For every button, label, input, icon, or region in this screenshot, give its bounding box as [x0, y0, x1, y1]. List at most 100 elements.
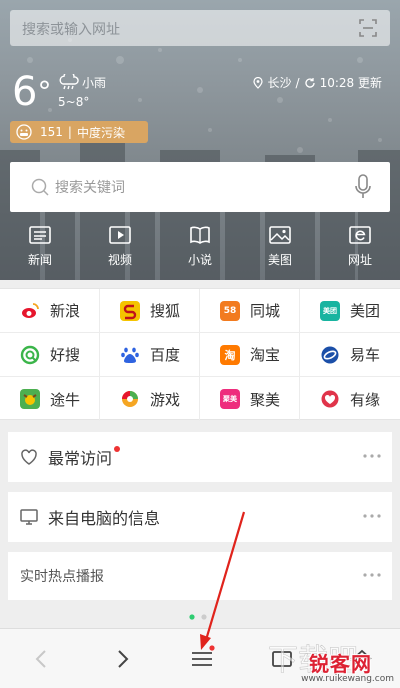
quick-link-label: 网址 — [347, 253, 372, 267]
58-icon: 58 — [220, 300, 240, 321]
watermark-title: 锐客网 — [309, 652, 372, 676]
url-search-bar[interactable]: 搜索或输入网址 — [10, 10, 390, 46]
monitor-icon — [20, 509, 38, 525]
site-haosou[interactable]: 好搜 — [0, 333, 100, 376]
site-58[interactable]: 58 同城 — [200, 289, 300, 332]
site-tuniu[interactable]: 途牛 — [0, 377, 100, 421]
baidu-icon — [120, 344, 140, 365]
back-icon[interactable] — [28, 645, 56, 673]
quick-link-label: 小说 — [187, 253, 212, 267]
temperature-value: 6 — [12, 69, 38, 115]
quick-link-news[interactable]: 新闻 — [0, 225, 80, 275]
site-grid: 新浪 搜狐 58 同城 美团 美团 好搜 百度 淘 淘宝 易车 途牛 游戏 聚美… — [0, 288, 400, 421]
air-quality-badge[interactable]: 151 | 中度污染 — [10, 121, 148, 143]
site-label: 好搜 — [50, 346, 81, 364]
site-label: 易车 — [350, 346, 381, 364]
temperature-range: 5~8° — [58, 95, 90, 109]
picture-icon — [269, 226, 291, 244]
aqi-value: 151 — [40, 125, 63, 139]
scan-icon[interactable] — [358, 18, 378, 38]
browser-home: 搜索或输入网址 6° 小雨 5~8° 长沙 / 10:28 更新 151 | 中… — [0, 0, 400, 688]
heart-icon — [21, 449, 37, 465]
book-icon — [190, 226, 210, 244]
site-label: 聚美 — [250, 390, 281, 409]
microphone-icon[interactable] — [354, 174, 372, 200]
site-label: 同城 — [250, 302, 281, 320]
quick-link-video[interactable]: 视频 — [80, 225, 160, 275]
site-label: 淘宝 — [250, 346, 281, 364]
news-icon — [29, 226, 51, 244]
meituan-icon: 美团 — [320, 300, 340, 321]
location-pin-icon — [252, 76, 263, 89]
site-label: 搜狐 — [150, 302, 181, 320]
location-separator: / — [295, 75, 300, 90]
aqi-separator: | — [67, 125, 72, 139]
quick-link-label: 视频 — [107, 253, 132, 267]
city-name: 长沙 — [267, 76, 292, 90]
weather-condition: 小雨 — [82, 76, 107, 90]
site-label: 美团 — [350, 302, 381, 320]
quick-link-label: 美图 — [267, 253, 292, 267]
card-pc-messages[interactable]: 来自电脑的信息 — [8, 492, 392, 542]
site-label: 游戏 — [150, 390, 181, 409]
site-taobao[interactable]: 淘 淘宝 — [200, 333, 300, 376]
site-game[interactable]: 游戏 — [100, 377, 200, 421]
site-label: 有缘 — [350, 390, 381, 409]
quick-link-label: 新闻 — [27, 253, 52, 267]
card-frequent[interactable]: 最常访问 — [8, 432, 392, 482]
notification-dot — [114, 446, 121, 452]
menu-icon[interactable] — [188, 645, 216, 673]
card-hot[interactable]: 实时热点播报 — [8, 552, 392, 600]
temperature: 6° — [12, 70, 51, 114]
site-yiche[interactable]: 易车 — [300, 333, 400, 376]
more-icon[interactable] — [362, 572, 382, 578]
site-row: 途牛 游戏 聚美 聚美 有缘 — [0, 377, 400, 421]
page-indicator — [189, 614, 207, 620]
site-sina[interactable]: 新浪 — [0, 289, 100, 332]
rain-cloud-icon — [59, 74, 79, 90]
site-meituan[interactable]: 美团 美团 — [300, 289, 400, 332]
location-update[interactable]: 长沙 / 10:28 更新 — [252, 74, 382, 91]
degree-symbol: ° — [37, 75, 52, 108]
haosou-icon — [20, 344, 40, 365]
tuniu-icon — [20, 389, 40, 409]
quick-link-novel[interactable]: 小说 — [160, 225, 240, 275]
weather-hero: 搜索或输入网址 6° 小雨 5~8° 长沙 / 10:28 更新 151 | 中… — [0, 0, 400, 280]
yiche-icon — [320, 344, 340, 365]
aqi-text: 中度污染 — [76, 125, 125, 140]
more-icon[interactable] — [362, 513, 382, 519]
card-title: 来自电脑的信息 — [48, 509, 161, 528]
site-baidu[interactable]: 百度 — [100, 333, 200, 376]
taobao-icon: 淘 — [220, 344, 240, 365]
site-label: 途牛 — [50, 390, 81, 409]
site-label: 新浪 — [50, 302, 81, 320]
more-icon[interactable] — [362, 453, 382, 459]
quick-links: 新闻 视频 小说 美图 网址 — [0, 225, 400, 275]
site-jumei[interactable]: 聚美 聚美 — [200, 377, 300, 421]
watermark-url: www.ruikewang.com — [301, 674, 394, 684]
update-time: 10:28 更新 — [319, 76, 382, 90]
card-title: 最常访问 — [48, 449, 113, 468]
mask-face-icon — [16, 124, 32, 140]
search-icon — [31, 178, 49, 196]
jumei-icon: 聚美 — [220, 389, 240, 409]
url-search-placeholder: 搜索或输入网址 — [22, 22, 120, 38]
sina-icon — [20, 300, 40, 321]
web-icon — [349, 226, 371, 244]
site-sohu[interactable]: 搜狐 — [100, 289, 200, 332]
keyword-search-placeholder: 搜索关键词 — [55, 180, 125, 196]
card-title: 实时热点播报 — [20, 569, 104, 585]
video-icon — [109, 226, 131, 244]
sohu-icon — [120, 300, 140, 321]
site-label: 百度 — [150, 346, 181, 364]
site-youyuan[interactable]: 有缘 — [300, 377, 400, 421]
keyword-search-bar[interactable]: 搜索关键词 — [10, 162, 390, 212]
game-icon — [120, 389, 140, 409]
quick-link-web[interactable]: 网址 — [320, 225, 400, 275]
site-row: 新浪 搜狐 58 同城 美团 美团 — [0, 289, 400, 333]
site-row: 好搜 百度 淘 淘宝 易车 — [0, 333, 400, 377]
refresh-icon[interactable] — [304, 77, 316, 89]
youyuan-icon — [320, 389, 340, 409]
forward-icon[interactable] — [108, 645, 136, 673]
quick-link-pictures[interactable]: 美图 — [240, 225, 320, 275]
